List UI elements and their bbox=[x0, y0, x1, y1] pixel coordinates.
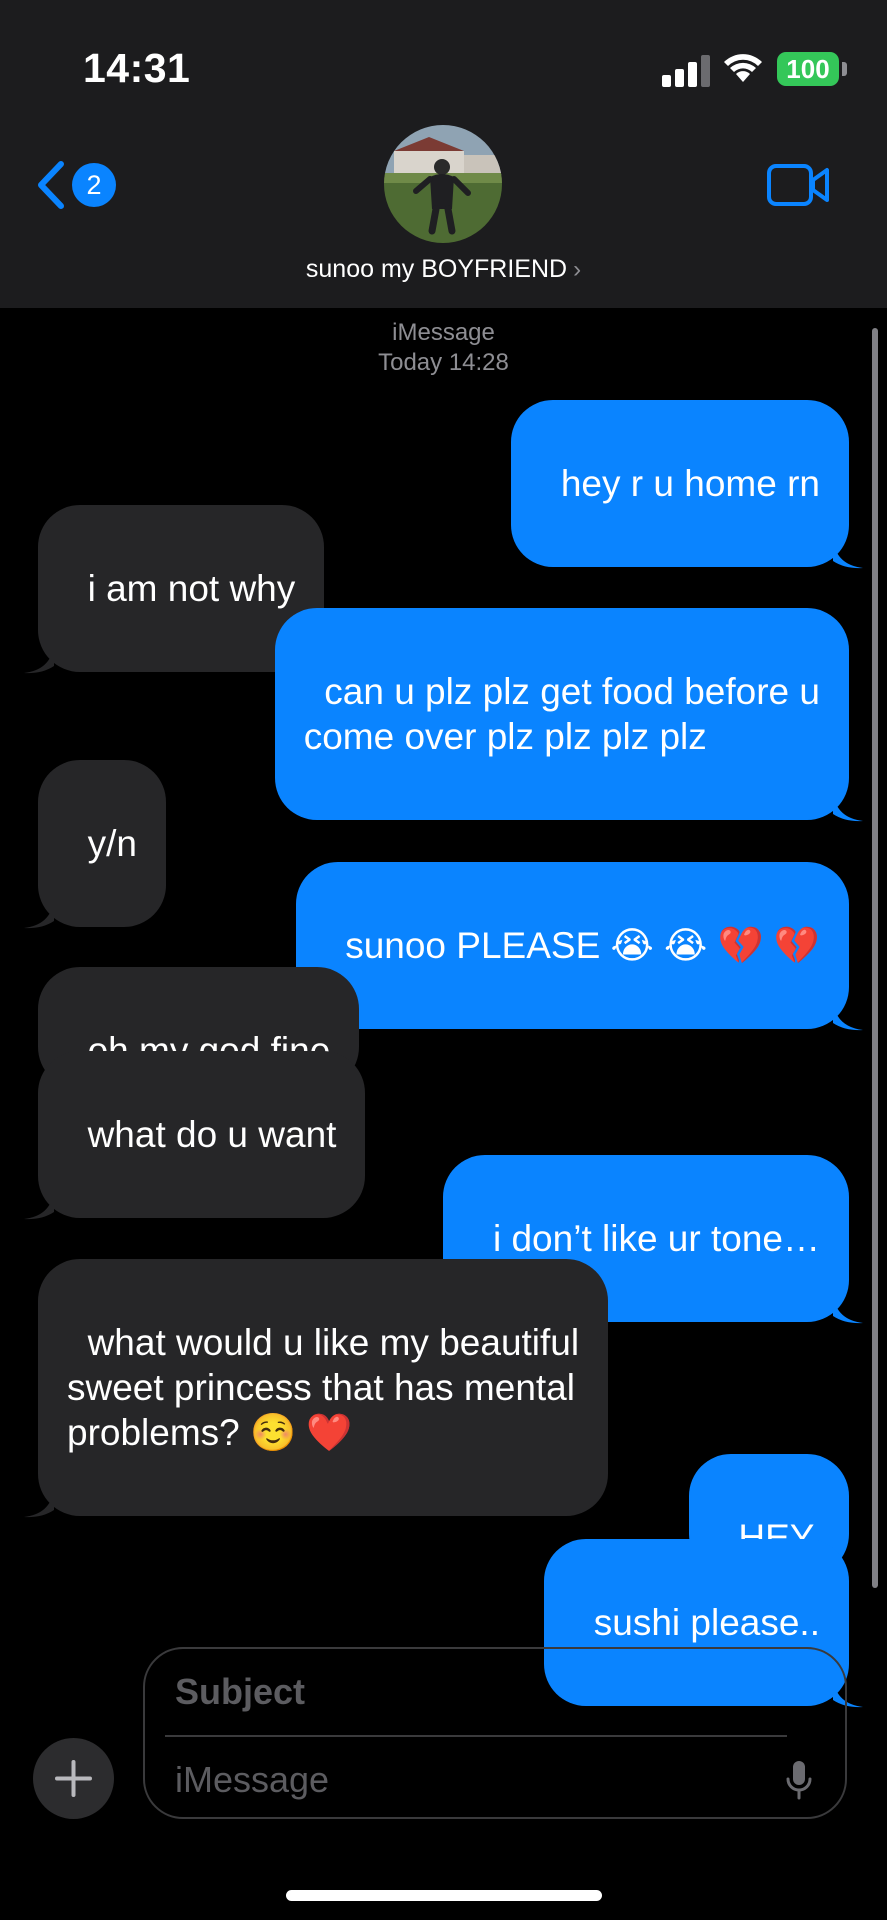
message-text: sunoo PLEASE 😭 😭 💔 💔 bbox=[345, 925, 820, 966]
bubble-tail bbox=[24, 1192, 54, 1220]
message-text: i don’t like ur tone… bbox=[492, 1218, 820, 1259]
plus-icon bbox=[55, 1760, 92, 1797]
status-time: 14:31 bbox=[83, 45, 191, 91]
back-chevron-icon bbox=[38, 161, 64, 209]
avatar-photo bbox=[384, 125, 502, 243]
subject-input[interactable]: Subject bbox=[175, 1667, 785, 1717]
bubble-tail bbox=[833, 541, 863, 569]
video-camera-icon[interactable] bbox=[767, 163, 831, 207]
bubble-tail bbox=[24, 901, 54, 929]
microphone-icon[interactable] bbox=[785, 1759, 813, 1801]
home-indicator[interactable] bbox=[286, 1890, 602, 1901]
bubble-tail bbox=[833, 1296, 863, 1324]
message-text: what would u like my beautiful sweet pri… bbox=[67, 1322, 580, 1453]
thread-timestamp: Today 14:28 bbox=[378, 349, 509, 376]
message-bubble-received[interactable]: y/n bbox=[24, 760, 166, 929]
message-bubble-sent[interactable]: can u plz plz get food before u come ove… bbox=[274, 608, 863, 822]
conversation-header: 14:31 100 2 sunoo my BOYFRIEND › bbox=[0, 0, 887, 308]
bubble-tail bbox=[833, 794, 863, 822]
back-button[interactable]: 2 bbox=[36, 160, 126, 210]
chevron-right-icon: › bbox=[573, 256, 582, 283]
message-input[interactable]: iMessage bbox=[175, 1755, 735, 1805]
message-bubble-sent[interactable]: sunoo PLEASE 😭 😭 💔 💔 bbox=[295, 862, 863, 1031]
unread-count-badge: 2 bbox=[72, 163, 116, 207]
service-label: iMessage bbox=[392, 319, 495, 346]
battery-cap bbox=[842, 62, 847, 76]
contact-avatar[interactable] bbox=[384, 125, 502, 243]
message-bubble-received[interactable]: what do u want bbox=[24, 1051, 366, 1220]
bubble-tail bbox=[24, 646, 54, 674]
message-text: can u plz plz get food before u come ove… bbox=[303, 671, 820, 757]
message-bubble-received[interactable]: what would u like my beautiful sweet pri… bbox=[24, 1259, 609, 1518]
bubble-tail bbox=[24, 1490, 54, 1518]
bubble-tail bbox=[833, 1003, 863, 1031]
battery-indicator: 100 bbox=[777, 52, 839, 86]
signal-icon bbox=[662, 55, 710, 87]
message-text: what do u want bbox=[87, 1114, 337, 1155]
message-text: sushi please.. bbox=[593, 1602, 820, 1643]
message-composer: Subject iMessage bbox=[143, 1647, 847, 1819]
apps-plus-button[interactable] bbox=[33, 1738, 114, 1819]
message-text: i am not why bbox=[87, 568, 296, 609]
wifi-icon bbox=[724, 54, 762, 82]
message-text: y/n bbox=[87, 823, 137, 864]
composer-divider bbox=[165, 1735, 787, 1737]
message-text: hey r u home rn bbox=[560, 463, 820, 504]
scrollbar[interactable] bbox=[872, 328, 878, 1588]
contact-name-text: sunoo my BOYFRIEND bbox=[305, 255, 568, 283]
contact-name[interactable]: sunoo my BOYFRIEND › bbox=[0, 255, 887, 284]
message-bubble-sent[interactable]: hey r u home rn bbox=[511, 400, 863, 569]
